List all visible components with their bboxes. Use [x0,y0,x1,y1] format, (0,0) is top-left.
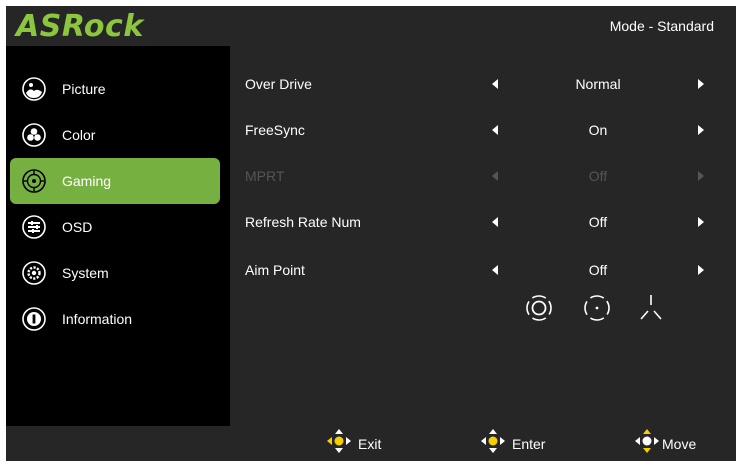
asrock-logo: ASRock [16,8,144,44]
sidebar-item-label: Color [62,127,96,143]
sidebar-item-label: Gaming [62,173,112,189]
sidebar-item-gaming[interactable]: Gaming [10,158,220,204]
setting-label: FreeSync [245,122,305,138]
setting-label: Aim Point [245,262,305,278]
setting-label: MPRT [245,168,285,184]
mode-indicator: Mode - Standard [609,18,714,34]
settings-panel: Over Drive Normal FreeSync On MPRT Off R… [230,46,736,426]
setting-value: On [588,122,608,138]
osd-window: ASRock Mode - Standard Picture Color Gam… [6,6,736,461]
crosshair-dot-icon[interactable] [582,293,612,323]
arrow-right-icon[interactable] [698,265,704,275]
crosshair-tri-icon[interactable] [636,293,666,323]
sidebar-item-system[interactable]: System [10,250,220,296]
setting-value: Off [588,262,608,278]
setting-row-aim-point[interactable]: Aim Point Off [230,258,736,282]
gear-icon [22,261,46,285]
sidebar-item-picture[interactable]: Picture [10,66,220,112]
crosshair-circle-icon[interactable] [524,293,554,323]
sidebar-item-color[interactable]: Color [10,112,220,158]
setting-label: Over Drive [245,76,312,92]
arrow-left-icon[interactable] [492,79,498,89]
sidebar-item-label: OSD [62,219,93,235]
setting-row-freesync[interactable]: FreeSync On [230,118,736,142]
info-icon [22,307,46,331]
logo-text: ASRock [16,8,144,44]
enter-label: Enter [512,435,546,452]
arrow-left-icon[interactable] [492,265,498,275]
arrow-left-icon[interactable] [492,125,498,135]
move-label: Move [662,435,697,452]
sidebar: Picture Color Gaming OSD System Informat… [6,46,230,426]
setting-value: Off [588,214,608,230]
arrow-right-icon[interactable] [698,217,704,227]
footer-bar: Exit Enter Move [6,426,736,461]
exit-button[interactable]: Exit [326,426,381,461]
header-bar: ASRock Mode - Standard [6,6,736,46]
joystick-exit-icon [326,428,352,459]
arrow-left-icon [492,171,498,181]
setting-row-over-drive[interactable]: Over Drive Normal [230,72,736,96]
osd-icon [22,215,46,239]
arrow-left-icon[interactable] [492,217,498,227]
move-button[interactable]: Move [634,426,696,461]
joystick-move-icon [634,428,660,459]
sidebar-item-label: Information [62,311,133,327]
color-icon [22,123,46,147]
setting-row-refresh-rate-num[interactable]: Refresh Rate Num Off [230,210,736,234]
joystick-enter-icon [480,428,506,459]
arrow-right-icon[interactable] [698,125,704,135]
aim-point-options [524,293,684,333]
exit-label: Exit [358,435,382,452]
arrow-right-icon [698,171,704,181]
setting-value: Normal [575,76,621,92]
sidebar-item-osd[interactable]: OSD [10,204,220,250]
sidebar-item-information[interactable]: Information [10,296,220,342]
setting-row-mprt: MPRT Off [230,164,736,188]
setting-label: Refresh Rate Num [245,214,361,230]
setting-value: Off [588,168,608,184]
enter-button[interactable]: Enter [480,426,545,461]
gaming-icon [22,169,46,193]
arrow-right-icon[interactable] [698,79,704,89]
sidebar-item-label: Picture [62,81,106,97]
picture-icon [22,77,46,101]
sidebar-item-label: System [62,265,109,281]
